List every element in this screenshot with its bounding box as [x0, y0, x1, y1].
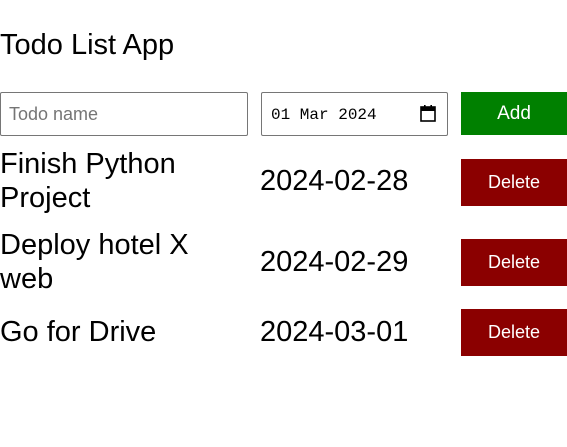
delete-button[interactable]: Delete [461, 239, 567, 286]
todo-date-input[interactable]: 01 Mar 2024 [261, 92, 448, 136]
add-button[interactable]: Add [461, 92, 567, 135]
todo-input-row: 01 Mar 2024 Add [0, 92, 567, 136]
todo-item-date: 2024-02-28 [260, 165, 409, 197]
date-input-value: 01 Mar 2024 [271, 106, 377, 124]
app-title: Todo List App [0, 29, 175, 61]
todo-item-date: 2024-02-29 [260, 246, 409, 278]
calendar-icon[interactable] [418, 104, 438, 124]
todo-item-name: Finish Python Project [0, 148, 176, 214]
todo-item-name: Deploy hotel X web [0, 229, 189, 295]
delete-button[interactable]: Delete [461, 309, 567, 356]
delete-button[interactable]: Delete [461, 159, 567, 206]
todo-item-date: 2024-03-01 [260, 316, 409, 348]
todo-name-input[interactable] [0, 92, 248, 136]
todo-item-name: Go for Drive [0, 316, 157, 348]
